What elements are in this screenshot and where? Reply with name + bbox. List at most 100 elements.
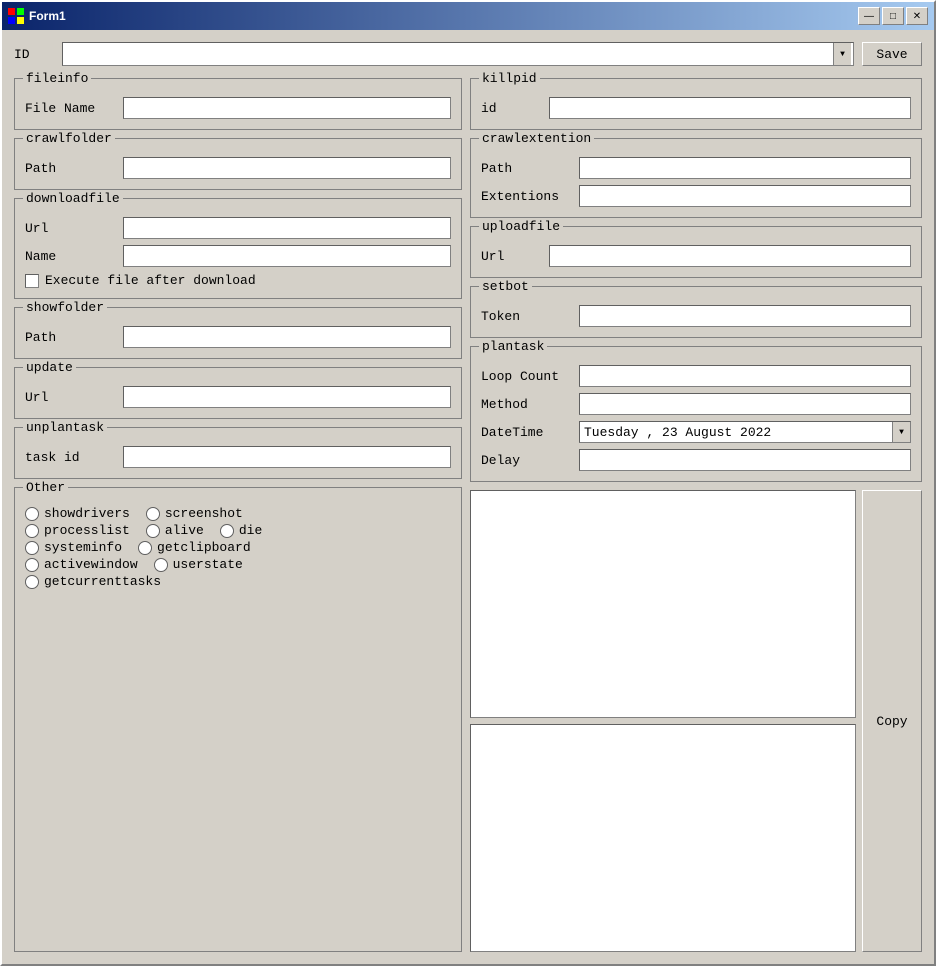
main-window: Form1 — □ ✕ ID ▼ Save fileinfo: [0, 0, 936, 966]
method-label: Method: [481, 397, 571, 412]
left-column: fileinfo File Name crawlfolder Path: [14, 78, 462, 952]
download-name-label: Name: [25, 249, 115, 264]
task-id-row: task id: [25, 446, 451, 468]
radio-line-2: processlist alive die: [25, 523, 451, 538]
title-bar-left: Form1: [8, 8, 66, 24]
downloadfile-group: downloadfile Url Name Execute file after…: [14, 198, 462, 299]
downloadfile-label: downloadfile: [23, 191, 123, 206]
download-url-input[interactable]: [123, 217, 451, 239]
getcurrenttasks-label: getcurrenttasks: [44, 574, 161, 589]
alive-radio[interactable]: [146, 524, 160, 538]
download-url-row: Url: [25, 217, 451, 239]
loop-count-input[interactable]: [579, 365, 911, 387]
other-group: Other showdrivers screenshot: [14, 487, 462, 952]
task-id-input[interactable]: [123, 446, 451, 468]
fileinfo-group: fileinfo File Name: [14, 78, 462, 130]
screenshot-radio[interactable]: [146, 507, 160, 521]
plantask-group: plantask Loop Count Method DateTime Tues…: [470, 346, 922, 482]
delay-input[interactable]: [579, 449, 911, 471]
file-name-row: File Name: [25, 97, 451, 119]
radio-getcurrenttasks: getcurrenttasks: [25, 574, 161, 589]
radio-alive: alive: [146, 523, 204, 538]
getcurrenttasks-radio[interactable]: [25, 575, 39, 589]
screenshot-label: screenshot: [165, 506, 243, 521]
showdrivers-label: showdrivers: [44, 506, 130, 521]
main-columns: fileinfo File Name crawlfolder Path: [14, 78, 922, 952]
systeminfo-label: systeminfo: [44, 540, 122, 555]
method-input[interactable]: [579, 393, 911, 415]
die-radio[interactable]: [220, 524, 234, 538]
datetime-label: DateTime: [481, 425, 571, 440]
die-label: die: [239, 523, 262, 538]
showfolder-label: showfolder: [23, 300, 107, 315]
getclipboard-radio[interactable]: [138, 541, 152, 555]
id-combobox[interactable]: ▼: [62, 42, 854, 66]
crawlext-extentions-input[interactable]: [579, 185, 911, 207]
upload-url-label: Url: [481, 249, 541, 264]
radio-userstate: userstate: [154, 557, 243, 572]
crawlext-extentions-label: Extentions: [481, 189, 571, 204]
datetime-combobox[interactable]: Tuesday , 23 August 2022 ▼: [579, 421, 911, 443]
update-group: update Url: [14, 367, 462, 419]
setbot-token-input[interactable]: [579, 305, 911, 327]
setbot-group: setbot Token: [470, 286, 922, 338]
update-label: update: [23, 360, 76, 375]
setbot-label: setbot: [479, 279, 532, 294]
showfolder-path-label: Path: [25, 330, 115, 345]
crawlfolder-path-input[interactable]: [123, 157, 451, 179]
showfolder-path-input[interactable]: [123, 326, 451, 348]
processlist-radio[interactable]: [25, 524, 39, 538]
radio-processlist: processlist: [25, 523, 130, 538]
other-radios: showdrivers screenshot processlist: [25, 506, 451, 589]
crawlext-extentions-row: Extentions: [481, 185, 911, 207]
right-column: killpid id crawlextention Path Extention…: [470, 78, 922, 952]
radio-line-1: showdrivers screenshot: [25, 506, 451, 521]
close-button[interactable]: ✕: [906, 7, 928, 25]
fileinfo-label: fileinfo: [23, 71, 91, 86]
crawlext-path-input[interactable]: [579, 157, 911, 179]
file-name-label: File Name: [25, 101, 115, 116]
save-button[interactable]: Save: [862, 42, 922, 66]
activewindow-radio[interactable]: [25, 558, 39, 572]
output-textarea-2[interactable]: [470, 724, 856, 952]
plantask-label: plantask: [479, 339, 547, 354]
systeminfo-radio[interactable]: [25, 541, 39, 555]
minimize-button[interactable]: —: [858, 7, 880, 25]
output-textarea-1[interactable]: [470, 490, 856, 718]
download-name-input[interactable]: [123, 245, 451, 267]
file-name-input[interactable]: [123, 97, 451, 119]
userstate-label: userstate: [173, 557, 243, 572]
crawlextention-label: crawlextention: [479, 131, 594, 146]
alive-label: alive: [165, 523, 204, 538]
killpid-id-input[interactable]: [549, 97, 911, 119]
other-label: Other: [23, 480, 68, 495]
radio-systeminfo: systeminfo: [25, 540, 122, 555]
copy-button[interactable]: Copy: [862, 490, 922, 952]
update-url-input[interactable]: [123, 386, 451, 408]
showfolder-group: showfolder Path: [14, 307, 462, 359]
task-id-label: task id: [25, 450, 115, 465]
form-content: ID ▼ Save fileinfo File Name: [2, 30, 934, 964]
crawlext-path-row: Path: [481, 157, 911, 179]
killpid-id-label: id: [481, 101, 541, 116]
output-area: Copy: [470, 490, 922, 952]
radio-line-4: activewindow userstate: [25, 557, 451, 572]
id-label: ID: [14, 47, 54, 62]
execute-checkbox-label: Execute file after download: [45, 273, 256, 288]
radio-activewindow: activewindow: [25, 557, 138, 572]
radio-showdrivers: showdrivers: [25, 506, 130, 521]
upload-url-row: Url: [481, 245, 911, 267]
upload-url-input[interactable]: [549, 245, 911, 267]
crawlext-path-label: Path: [481, 161, 571, 176]
killpid-id-row: id: [481, 97, 911, 119]
datetime-combo-arrow[interactable]: ▼: [892, 422, 910, 442]
radio-line-5: getcurrenttasks: [25, 574, 451, 589]
userstate-radio[interactable]: [154, 558, 168, 572]
id-combo-arrow[interactable]: ▼: [833, 43, 851, 65]
showdrivers-radio[interactable]: [25, 507, 39, 521]
execute-checkbox-row: Execute file after download: [25, 273, 451, 288]
maximize-button[interactable]: □: [882, 7, 904, 25]
radio-die: die: [220, 523, 262, 538]
execute-checkbox[interactable]: [25, 274, 39, 288]
showfolder-path-row: Path: [25, 326, 451, 348]
